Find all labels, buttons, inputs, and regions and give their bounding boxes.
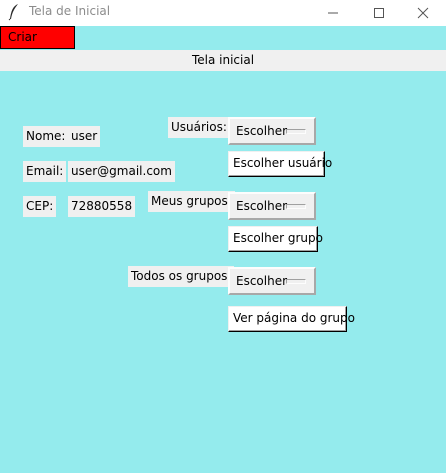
escolher-grupo-button[interactable]: Escolher grupo: [228, 226, 323, 252]
minimize-icon: [328, 12, 338, 14]
todos-grupos-dropdown[interactable]: Escolher: [228, 267, 316, 295]
dropdown-indicator-icon: [286, 129, 306, 134]
dropdown-indicator-icon: [286, 279, 306, 284]
usuarios-dropdown[interactable]: Escolher: [228, 117, 316, 145]
todos-grupos-dropdown-value: Escolher: [236, 274, 288, 288]
nome-label: Nome:: [23, 126, 69, 147]
window-title: Tela de Inicial: [29, 4, 111, 18]
minimize-button[interactable]: [310, 0, 356, 26]
email-value: user@gmail.com: [68, 161, 175, 182]
cep-value: 72880558: [68, 196, 136, 217]
meus-grupos-dropdown[interactable]: Escolher: [228, 192, 316, 220]
cep-label: CEP:: [23, 196, 57, 217]
maximize-button[interactable]: [356, 0, 402, 26]
page-title: Tela inicial: [191, 53, 255, 67]
close-icon: [417, 7, 429, 19]
dropdown-indicator-icon: [286, 204, 306, 209]
escolher-usuario-button[interactable]: Escolher usuário: [228, 151, 332, 177]
email-label: Email:: [23, 161, 67, 182]
criar-grupo-button[interactable]: Criar grupo: [0, 26, 75, 65]
todos-grupos-label: Todos os grupos:: [128, 266, 235, 287]
ver-pagina-grupo-button[interactable]: Ver página do grupo: [228, 306, 355, 332]
meus-grupos-dropdown-value: Escolher: [236, 199, 288, 213]
header-bar: Tela inicial: [0, 50, 446, 71]
usuarios-label: Usuários:: [168, 117, 230, 138]
feather-icon: [8, 3, 20, 21]
maximize-icon: [374, 8, 384, 18]
close-button[interactable]: [400, 0, 446, 26]
main-window-content: Criar grupo Tela inicial Nome: user Emai…: [0, 26, 446, 473]
usuarios-dropdown-value: Escolher: [236, 124, 288, 138]
nome-value: user: [68, 126, 101, 147]
window-titlebar[interactable]: Tela de Inicial: [0, 0, 446, 26]
meus-grupos-label: Meus grupos:: [148, 191, 235, 212]
